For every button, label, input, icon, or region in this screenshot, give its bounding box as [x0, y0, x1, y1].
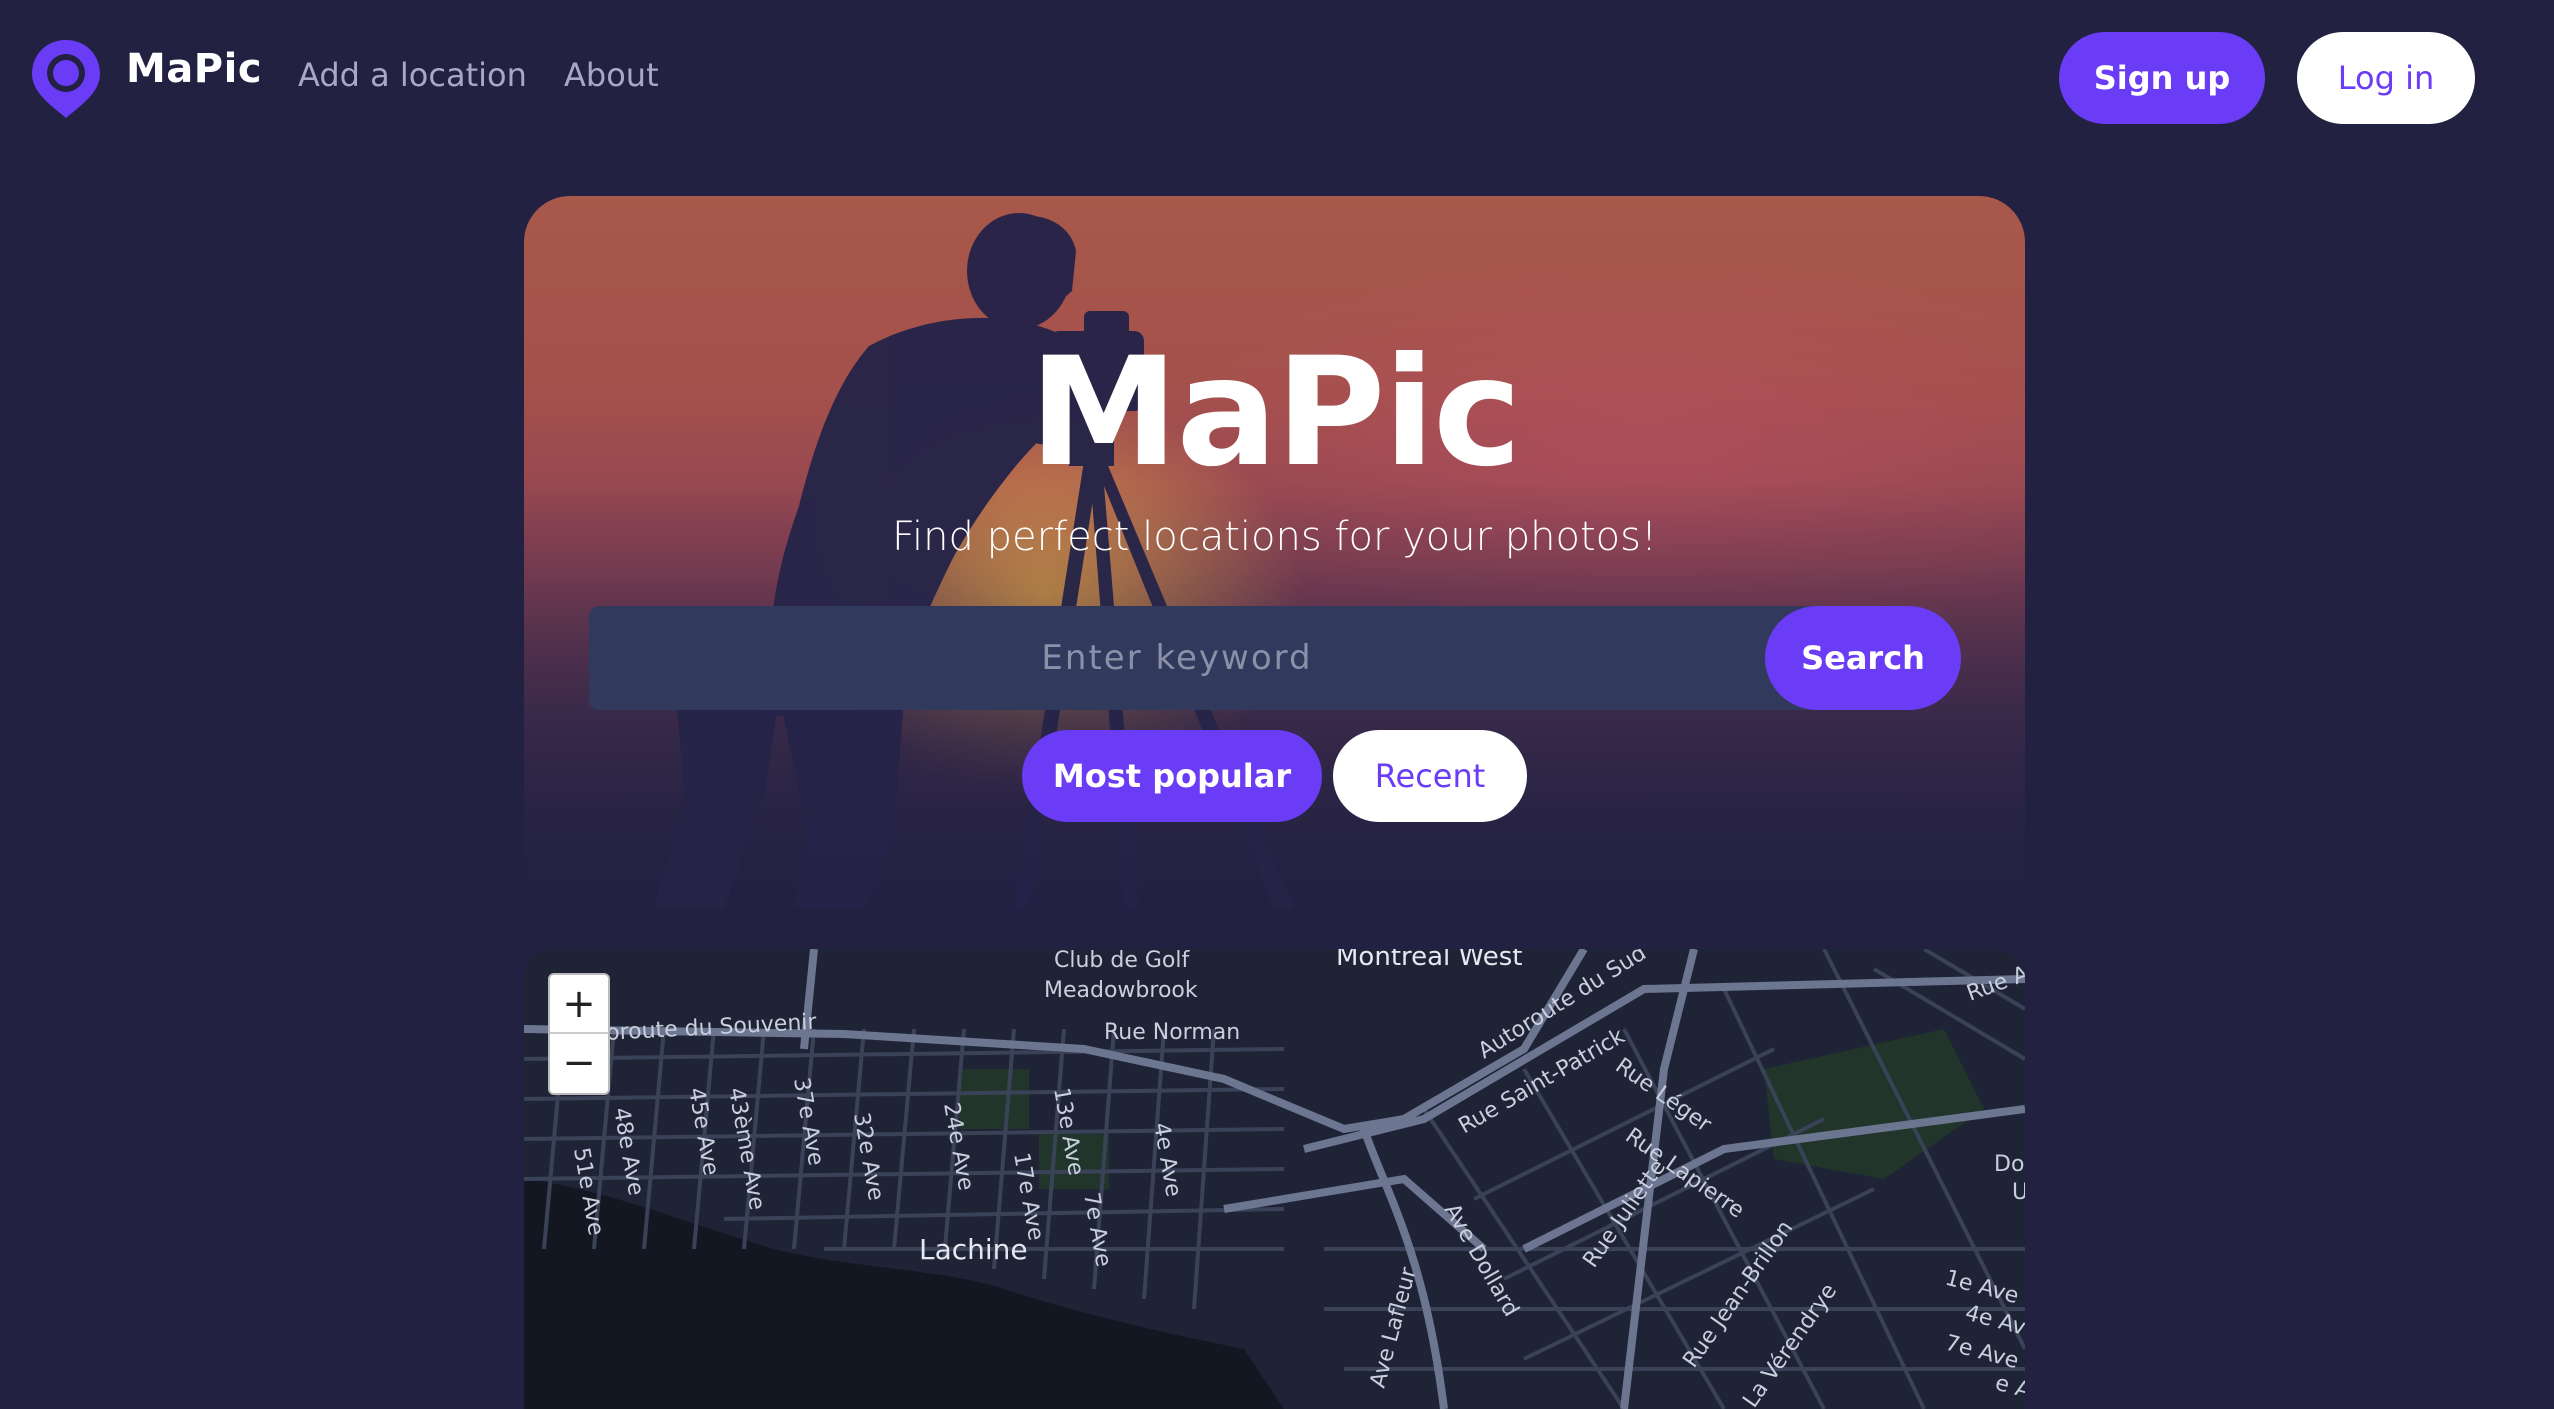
map-pin-icon[interactable]	[30, 38, 102, 120]
search-input[interactable]	[589, 606, 1765, 710]
filter-recent-button[interactable]: Recent	[1333, 730, 1527, 822]
map-label-la-verendrye: La Vérendrye	[1738, 1279, 1842, 1409]
map-tiles[interactable]: Club de Golf Meadowbrook Montreal West R…	[524, 949, 2025, 1409]
log-in-button[interactable]: Log in	[2297, 32, 2475, 124]
search-bar: Search	[589, 606, 1961, 710]
top-navbar: MaPic Add a location About Sign up Log i…	[0, 0, 2554, 155]
map-label-u: U	[2012, 1180, 2025, 1205]
map-label-dou: Dou	[1994, 1152, 2025, 1177]
zoom-in-button[interactable]: +	[550, 975, 608, 1034]
zoom-out-button[interactable]: −	[550, 1034, 608, 1093]
map-label-avenue: 1e Ave	[1942, 1266, 2021, 1310]
hero-subtitle: Find perfect locations for your photos!	[891, 514, 1658, 560]
map-label-ave-dollard: Ave Dollard	[1439, 1200, 1524, 1322]
map-label-autoroute-souvenir: utoroute du Souvenir	[583, 1010, 818, 1047]
map-label-montreal-west: Montreal West	[1336, 949, 1522, 972]
hero-banner: MaPic Find perfect locations for your ph…	[524, 196, 2025, 908]
search-button[interactable]: Search	[1765, 606, 1961, 710]
map-label-avenue: 45e Ave	[683, 1086, 723, 1178]
map-label-rue-norman: Rue Norman	[1104, 1020, 1240, 1045]
map-label-ave-lafleur: Ave Lafleur	[1366, 1264, 1422, 1391]
park-area	[959, 1069, 1029, 1129]
nav-link-add-location[interactable]: Add a location	[298, 56, 527, 94]
filter-most-popular-button[interactable]: Most popular	[1022, 730, 1322, 822]
map-label-lachine: Lachine	[919, 1233, 1028, 1266]
sign-up-button[interactable]: Sign up	[2059, 32, 2265, 124]
map-label-avenue: 7e Ave	[1078, 1191, 1116, 1269]
map-label-avenue: e Ave	[1992, 1371, 2025, 1409]
hero-title: MaPic	[1029, 326, 1522, 500]
map-label-avenue: 43ème Ave	[723, 1086, 769, 1212]
river-shape	[524, 1179, 1284, 1409]
map-label-avenue: 37e Ave	[788, 1076, 828, 1168]
map-view[interactable]: Club de Golf Meadowbrook Montreal West R…	[524, 949, 2025, 1409]
brand-name[interactable]: MaPic	[126, 46, 262, 92]
map-zoom-control: + −	[548, 973, 610, 1095]
map-label-golf-line2: Meadowbrook	[1044, 978, 1198, 1003]
map-label-golf-line1: Club de Golf	[1054, 949, 1190, 973]
nav-link-about[interactable]: About	[564, 56, 659, 94]
map-label-avenue: 48e Ave	[608, 1106, 648, 1198]
map-label-rue-a: Rue A	[1964, 961, 2025, 1006]
